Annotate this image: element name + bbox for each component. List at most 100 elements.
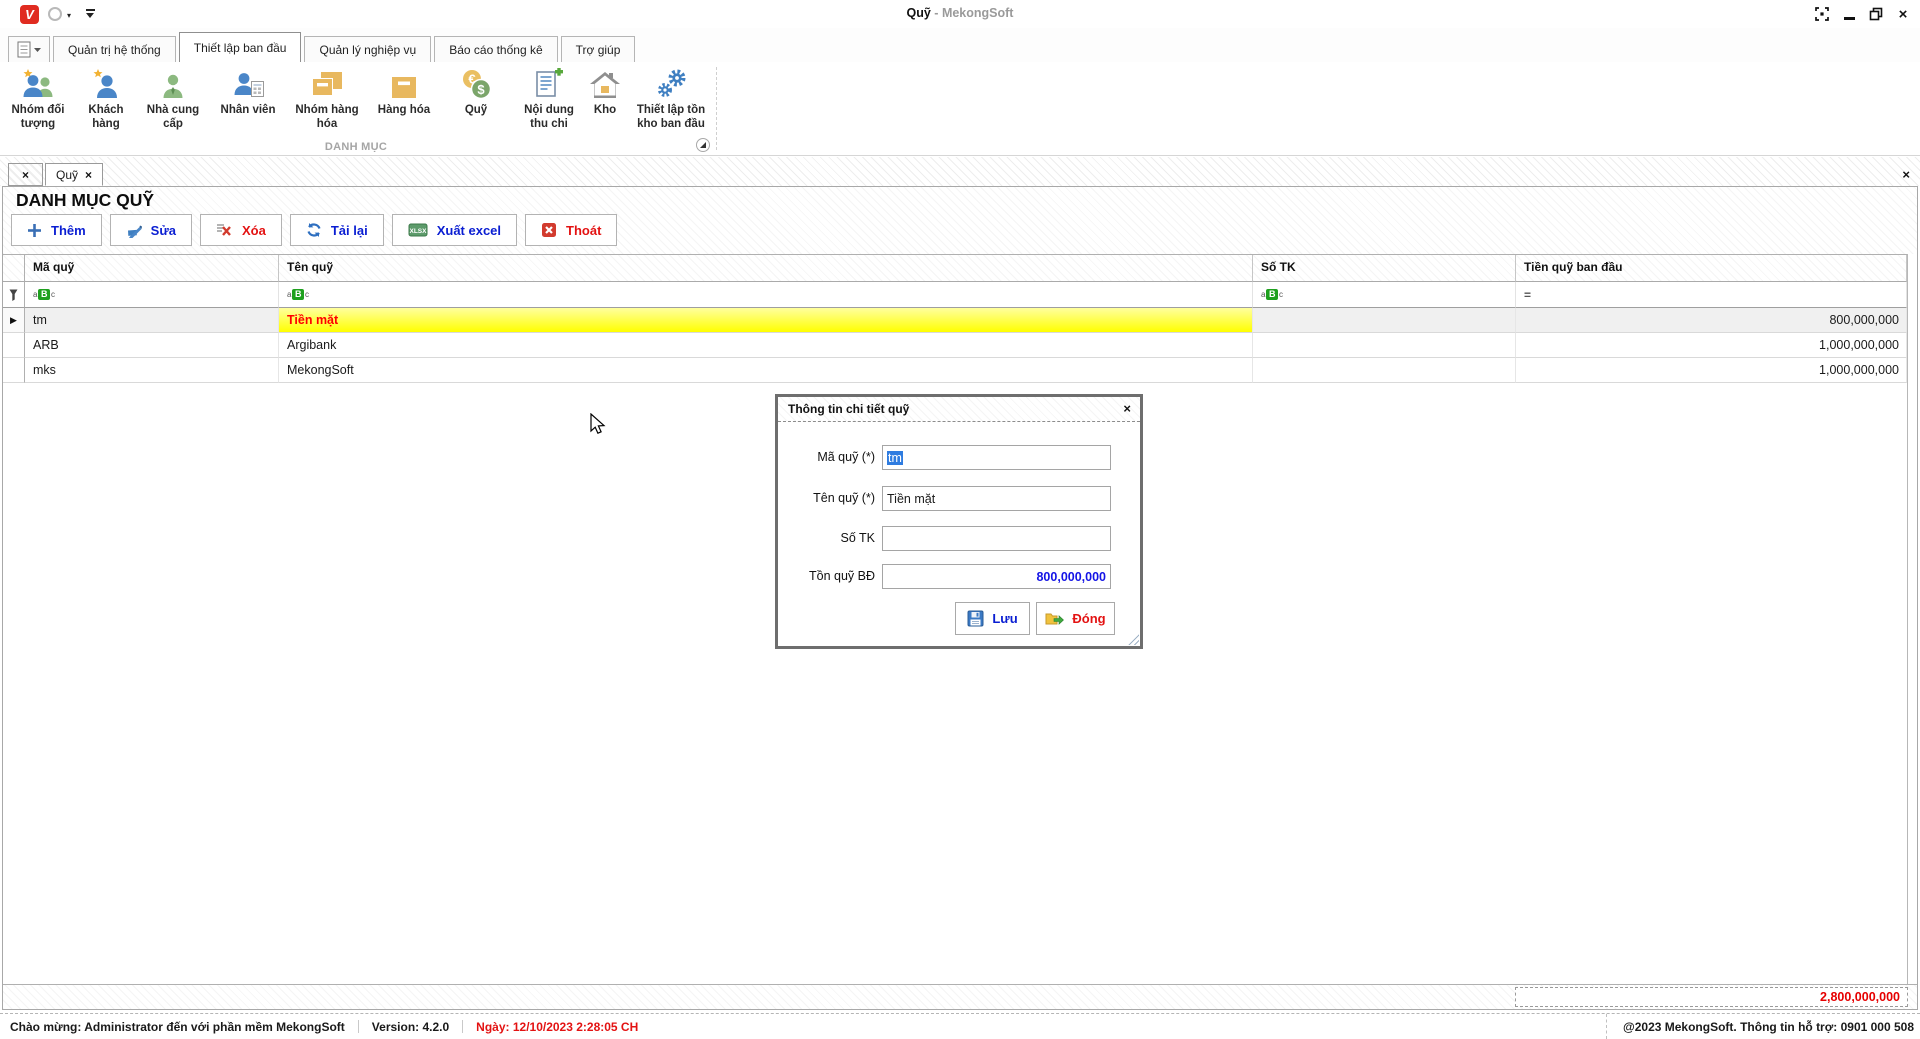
cell-tien-quy[interactable]: 1,000,000,000 [1516, 358, 1907, 383]
close-dialog-button[interactable]: Đóng [1036, 602, 1115, 635]
application-menu-tab[interactable] [8, 36, 50, 62]
restore-button[interactable] [1867, 5, 1885, 23]
ribbon-group-separator [716, 67, 717, 150]
ton-quy-input[interactable]: 800,000,000 [882, 564, 1111, 589]
cell-tien-quy[interactable]: 800,000,000 [1516, 308, 1907, 333]
launcher-arrow-icon [700, 142, 706, 148]
plus-icon [27, 223, 42, 238]
close-window-button[interactable]: × [1894, 5, 1912, 23]
total-amount-cell: 2,800,000,000 [1515, 987, 1908, 1007]
table-row[interactable]: ARB Argibank 1,000,000,000 [3, 333, 1907, 358]
pencil-icon [126, 223, 142, 238]
support-text: @2023 MekongSoft. Thông tin hỗ trợ: 0901… [1606, 1014, 1914, 1039]
cell-so-tk[interactable] [1253, 333, 1516, 358]
ribbon-item-khach-hang[interactable]: Khách hàng [79, 66, 133, 131]
cell-ma-quy[interactable]: ARB [25, 333, 279, 358]
ribbon-item-nhom-doi-tuong[interactable]: Nhóm đối tượng [4, 66, 72, 131]
ten-quy-input[interactable]: Tiền mặt [882, 486, 1111, 511]
filter-cell-so-tk[interactable]: aBc [1253, 282, 1516, 308]
excel-icon: XLSX [408, 223, 428, 237]
export-excel-button[interactable]: XLSX Xuất excel [392, 214, 517, 246]
column-header-ma-quy[interactable]: Mã quỹ [25, 255, 279, 282]
fund-detail-dialog: Thông tin chi tiết quỹ × Mã quỹ (*) tm T… [775, 394, 1143, 649]
ribbon-tab-quan-tri-he-thong[interactable]: Quản trị hệ thống [53, 36, 176, 62]
ribbon-item-nhan-vien[interactable]: Nhân viên [210, 66, 286, 118]
ma-quy-input[interactable]: tm [882, 445, 1111, 470]
cell-so-tk[interactable] [1253, 308, 1516, 333]
status-separator [358, 1020, 359, 1033]
reload-button[interactable]: Tải lại [290, 214, 384, 246]
field-row-ten-quy: Tên quỹ (*) Tiền mặt [778, 486, 1140, 512]
exit-icon [541, 222, 557, 238]
welcome-text: Chào mừng: Administrator đến với phần mề… [10, 1020, 345, 1034]
dialog-title: Thông tin chi tiết quỹ [788, 402, 909, 416]
status-separator [462, 1020, 463, 1033]
svg-text:XLSX: XLSX [409, 228, 427, 235]
so-tk-label: Số TK [778, 531, 875, 545]
column-header-tien-quy[interactable]: Tiền quỹ ban đầu [1516, 255, 1907, 282]
filter-cell-ma-quy[interactable]: aBc [25, 282, 279, 308]
add-button[interactable]: Thêm [11, 214, 102, 246]
close-folder-arrow-icon [1045, 611, 1064, 626]
table-row[interactable]: mks MekongSoft 1,000,000,000 [3, 358, 1907, 383]
cell-tien-quy[interactable]: 1,000,000,000 [1516, 333, 1907, 358]
close-tab-icon[interactable]: × [85, 168, 92, 182]
page-title: DANH MỤC QUỸ [16, 190, 154, 211]
coins-icon: €$ [460, 66, 492, 102]
abc-filter-icon: aBc [1261, 289, 1283, 300]
minimize-icon [1844, 17, 1855, 20]
row-indicator-cell [3, 358, 25, 383]
grid-footer-row: 2,800,000,000 [3, 984, 1917, 1009]
application-menu-icon [17, 41, 41, 58]
dialog-title-bar[interactable]: Thông tin chi tiết quỹ [778, 397, 1140, 422]
fullscreen-button[interactable] [1813, 5, 1831, 23]
filter-cell-ten-quy[interactable]: aBc [279, 282, 1253, 308]
document-plus-icon [533, 66, 565, 102]
close-icon: × [22, 168, 29, 182]
ribbon-item-hang-hoa[interactable]: Hàng hóa [372, 66, 436, 118]
cell-ma-quy[interactable]: tm [25, 308, 279, 333]
column-header-ten-quy[interactable]: Tên quỹ [279, 255, 1253, 282]
title-bar: V ▾ Quỹ - MekongSoft × [0, 0, 1920, 28]
ribbon-tab-bao-cao-thong-ke[interactable]: Báo cáo thống kê [434, 36, 557, 62]
column-header-so-tk[interactable]: Số TK [1253, 255, 1516, 282]
date-text: Ngày: 12/10/2023 2:28:05 CH [476, 1020, 638, 1034]
delete-x-icon [216, 223, 233, 237]
table-row[interactable]: ▶ tm Tiền mặt 800,000,000 [3, 308, 1907, 333]
close-document-button[interactable]: × [1902, 167, 1910, 182]
save-button[interactable]: Lưu [955, 602, 1030, 635]
restore-icon [1869, 7, 1883, 21]
refresh-icon [306, 222, 322, 238]
filter-cell-tien-quy[interactable]: = [1516, 282, 1907, 308]
dialog-close-icon[interactable]: × [1123, 401, 1131, 416]
ribbon-item-nha-cung-cap[interactable]: Nhà cung cấp [141, 66, 205, 131]
field-row-so-tk: Số TK [778, 526, 1140, 552]
document-tab-strip: × Quỹ × × [0, 157, 1920, 186]
exit-button[interactable]: Thoát [525, 214, 617, 246]
ribbon-item-noi-dung-thu-chi[interactable]: Nội dung thu chi [516, 66, 582, 131]
edit-button[interactable]: Sửa [110, 214, 192, 246]
cell-ma-quy[interactable]: mks [25, 358, 279, 383]
row-indicator-cell [3, 333, 25, 358]
ribbon-tab-tro-giup[interactable]: Trợ giúp [561, 36, 636, 62]
ribbon-item-nhom-hang-hoa[interactable]: Nhóm hàng hóa [288, 66, 366, 131]
ribbon-tab-quan-ly-nghiep-vu[interactable]: Quản lý nghiệp vụ [304, 36, 431, 62]
cell-ten-quy[interactable]: Argibank [279, 333, 1253, 358]
cell-ten-quy[interactable]: Tiền mặt [279, 308, 1253, 333]
dialog-resize-grip[interactable] [1128, 634, 1139, 645]
minimize-button[interactable] [1840, 5, 1858, 23]
close-all-tabs-button[interactable]: × [8, 163, 43, 186]
ribbon-tab-thiet-lap-ban-dau[interactable]: Thiết lập ban đầu [179, 32, 302, 62]
so-tk-input[interactable] [882, 526, 1111, 551]
ribbon-item-kho[interactable]: Kho [586, 66, 624, 118]
delete-button[interactable]: Xóa [200, 214, 282, 246]
cell-so-tk[interactable] [1253, 358, 1516, 383]
ribbon-tab-row: Quản trị hệ thống Thiết lập ban đầu Quản… [0, 28, 1920, 62]
group-dialog-launcher-button[interactable] [696, 138, 710, 152]
cell-ten-quy[interactable]: MekongSoft [279, 358, 1253, 383]
fullscreen-icon [1815, 7, 1829, 21]
ribbon-item-quy[interactable]: €$ Quỹ [452, 66, 500, 118]
ribbon-item-thiet-lap-ton-kho[interactable]: Thiết lập tồn kho ban đầu [626, 66, 716, 131]
doc-tab-quy[interactable]: Quỹ × [45, 163, 103, 186]
filter-funnel-icon [9, 289, 18, 301]
